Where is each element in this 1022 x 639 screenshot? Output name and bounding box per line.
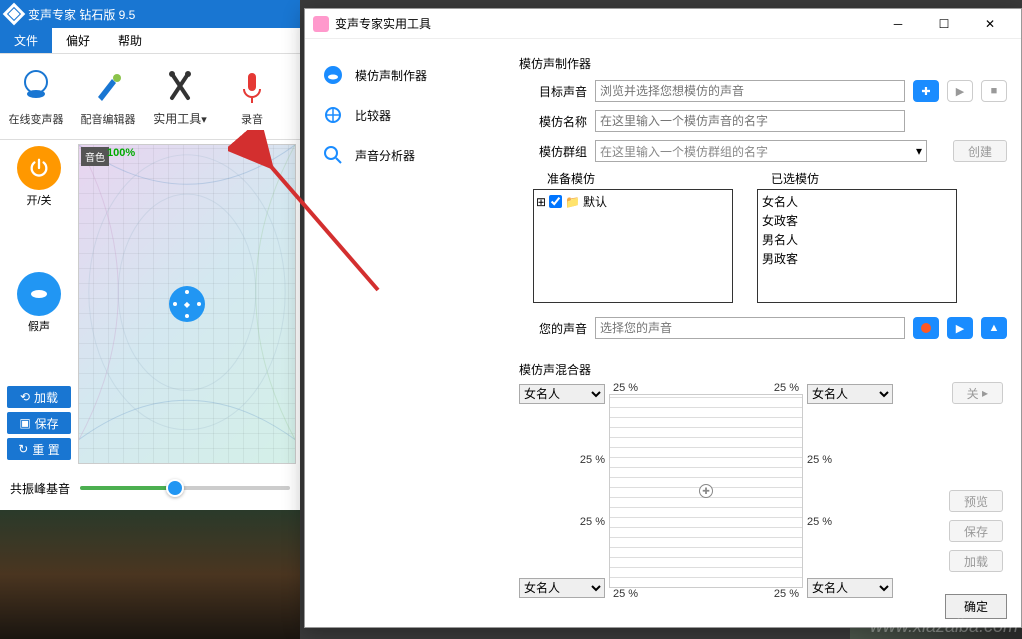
mixer-title: 模仿声混合器 <box>519 361 1007 378</box>
nav-comparator[interactable]: 比较器 <box>315 95 495 135</box>
lips-icon <box>16 67 56 107</box>
target-voice-input[interactable] <box>595 80 905 102</box>
tool-online-voice[interactable]: 在线变声器 <box>0 67 72 127</box>
pct-left-bot: 25 % <box>580 516 605 528</box>
main-window: 变声专家 钻石版 9.5 文件 偏好 帮助 在线变声器 配音编辑器 实用工具▾ <box>0 0 300 510</box>
your-voice-input[interactable] <box>595 317 905 339</box>
play-button-2[interactable]: ▶ <box>947 317 973 339</box>
nav-analyzer[interactable]: 声音分析器 <box>315 135 495 175</box>
menu-file[interactable]: 文件 <box>0 28 52 53</box>
voice-maker-icon <box>321 63 345 87</box>
pct-left-top: 25 % <box>580 454 605 466</box>
prepare-list-label: 准备模仿 <box>547 170 733 187</box>
dialog-content: 模仿声制作器 目标声音 ✚ ▶ ■ 模仿名称 模仿群组 在这里输入一个模仿群组的… <box>505 39 1021 627</box>
save-button-2[interactable]: 保存 <box>949 520 1003 542</box>
mixer-select-tr[interactable]: 女名人 <box>807 384 893 404</box>
dialog-app-icon <box>313 16 329 32</box>
list-item[interactable]: 男名人 <box>760 230 954 249</box>
expand-icon[interactable]: ⊞ <box>536 195 546 209</box>
analyzer-icon <box>321 143 345 167</box>
list-item[interactable]: 男政客 <box>760 249 954 268</box>
eject-button[interactable]: ▲ <box>981 317 1007 339</box>
power-button[interactable] <box>17 146 61 190</box>
menu-pref[interactable]: 偏好 <box>52 28 104 53</box>
graph-joystick[interactable] <box>169 286 205 322</box>
mimic-name-label: 模仿名称 <box>533 113 587 130</box>
dialog-title: 变声专家实用工具 <box>335 15 431 32</box>
pct-right-bot: 25 % <box>807 516 832 528</box>
mimic-group-label: 模仿群组 <box>533 143 587 160</box>
tool-utilities[interactable]: 实用工具▾ <box>144 66 216 127</box>
selected-list-label: 已选模仿 <box>771 170 957 187</box>
nav-voice-maker[interactable]: 模仿声制作器 <box>315 55 495 95</box>
app-logo-icon <box>3 3 26 26</box>
add-button[interactable]: ✚ <box>913 80 939 102</box>
toolbar: 在线变声器 配音编辑器 实用工具▾ 录音 <box>0 54 300 140</box>
mixer-select-tl[interactable]: 女名人 <box>519 384 605 404</box>
mimic-group-combo[interactable]: 在这里输入一个模仿群组的名字▾ <box>595 140 927 162</box>
fake-voice-button[interactable] <box>17 272 61 316</box>
menu-bar: 文件 偏好 帮助 <box>0 28 300 54</box>
tool-record[interactable]: 录音 <box>216 67 288 127</box>
mixer-handle[interactable]: ✚ <box>699 484 713 498</box>
maximize-button[interactable]: ☐ <box>921 9 967 39</box>
preview-button[interactable]: 预览 <box>949 490 1003 512</box>
tone-label: 音色 <box>81 147 109 166</box>
create-button[interactable]: 创建 <box>953 140 1007 162</box>
comparator-icon <box>321 103 345 127</box>
stop-button[interactable]: ■ <box>981 80 1007 102</box>
voice-graph[interactable]: 音色 100% <box>78 144 296 464</box>
fake-voice-label: 假声 <box>28 318 50 334</box>
pct-right-top: 25 % <box>807 454 832 466</box>
your-voice-label: 您的声音 <box>533 320 587 337</box>
side-buttons: 开/关 假声 ⟲加载 ▣保存 ↻重 置 <box>0 140 78 468</box>
utilities-dialog: 变声专家实用工具 ─ ☐ ✕ 模仿声制作器 比较器 声音分析器 模仿声制作器 <box>304 8 1022 628</box>
prepare-list[interactable]: ⊞ 📁 默认 <box>533 189 733 303</box>
load-button[interactable]: ⟲加载 <box>7 386 71 408</box>
wrench-icon <box>160 66 200 106</box>
slider-label: 共振峰基音 <box>10 480 70 497</box>
save-button[interactable]: ▣保存 <box>7 412 71 434</box>
folder-icon: 📁 <box>565 195 580 209</box>
close-button[interactable]: ✕ <box>967 9 1013 39</box>
brush-icon <box>88 67 128 107</box>
app-title: 变声专家 钻石版 9.5 <box>28 6 135 23</box>
play-button[interactable]: ▶ <box>947 80 973 102</box>
reset-button[interactable]: ↻重 置 <box>7 438 71 460</box>
mixer-select-bl[interactable]: 女名人 <box>519 578 605 598</box>
tree-item-default[interactable]: ⊞ 📁 默认 <box>536 192 730 211</box>
tool-editor[interactable]: 配音编辑器 <box>72 67 144 127</box>
list-item[interactable]: 女名人 <box>760 192 954 211</box>
background-image <box>0 510 300 639</box>
target-voice-label: 目标声音 <box>533 83 587 100</box>
mixer-pad[interactable]: ✚ <box>609 394 803 588</box>
off-button[interactable]: 关 ▸ <box>952 382 1003 404</box>
power-label: 开/关 <box>26 192 51 208</box>
dialog-title-bar: 变声专家实用工具 ─ ☐ ✕ <box>305 9 1021 39</box>
side-panel: 开/关 假声 ⟲加载 ▣保存 ↻重 置 音色 100% <box>0 140 300 468</box>
load-button-2[interactable]: 加载 <box>949 550 1003 572</box>
formant-slider[interactable] <box>80 486 290 490</box>
record-button[interactable] <box>913 317 939 339</box>
formant-slider-row: 共振峰基音 <box>0 468 300 508</box>
default-checkbox[interactable] <box>549 195 562 208</box>
minimize-button[interactable]: ─ <box>875 9 921 39</box>
mimic-name-input[interactable] <box>595 110 905 132</box>
list-item[interactable]: 女政客 <box>760 211 954 230</box>
mic-icon <box>232 67 272 107</box>
section-title: 模仿声制作器 <box>519 55 1007 72</box>
watermark: www.xiazaiba.com <box>870 616 1018 637</box>
dialog-nav: 模仿声制作器 比较器 声音分析器 <box>305 39 505 627</box>
tone-value: 100% <box>107 147 135 159</box>
selected-list[interactable]: 女名人 女政客 男名人 男政客 <box>757 189 957 303</box>
title-bar: 变声专家 钻石版 9.5 <box>0 0 300 28</box>
mixer-select-br[interactable]: 女名人 <box>807 578 893 598</box>
menu-help[interactable]: 帮助 <box>104 28 156 53</box>
